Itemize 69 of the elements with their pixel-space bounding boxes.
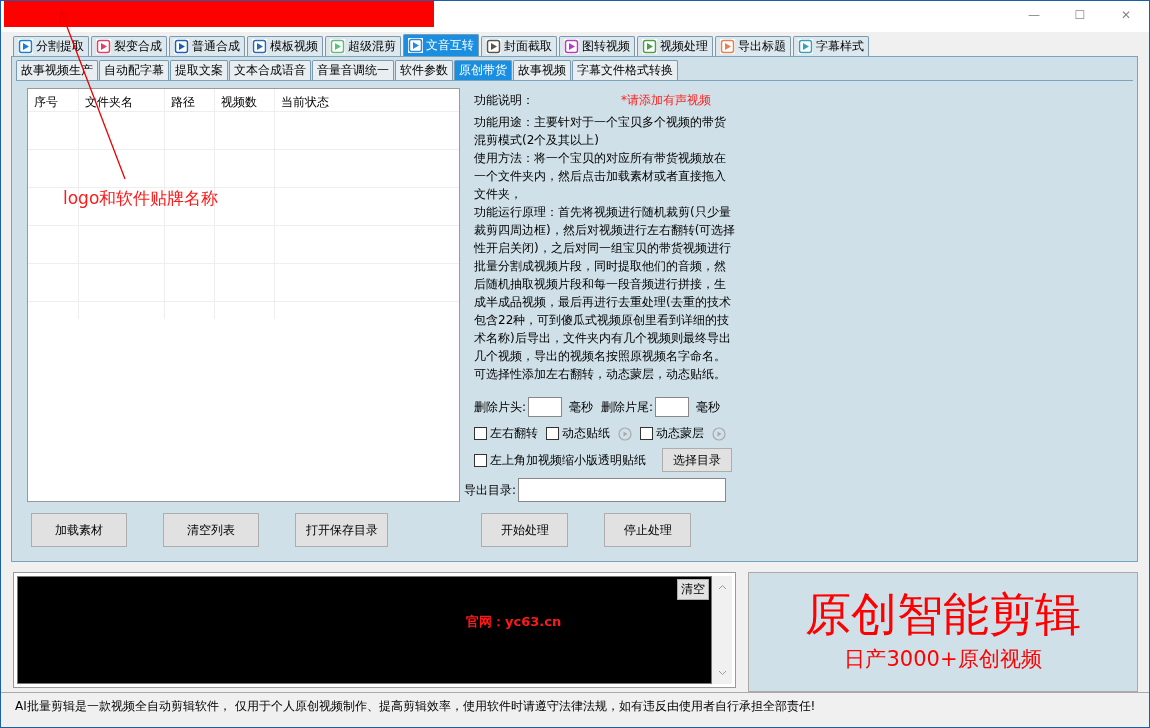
sub-tab[interactable]: 文本合成语音 <box>229 60 311 80</box>
field-label: 导出目录: <box>464 481 517 499</box>
action-button[interactable]: 加载素材 <box>31 513 127 547</box>
tab-icon <box>720 39 735 54</box>
tab-icon <box>642 39 657 54</box>
checkbox-option[interactable]: 左上角加视频缩小版透明贴纸 <box>474 451 646 469</box>
field-label: 删除片头: <box>474 398 527 416</box>
input-field[interactable] <box>655 397 690 417</box>
choose-directory-button[interactable]: 选择目录 <box>662 448 732 472</box>
main-tab[interactable]: 超级混剪 <box>325 36 401 56</box>
sub-tab[interactable]: 自动配字幕 <box>99 60 169 80</box>
main-tab[interactable]: 视频处理 <box>637 36 713 56</box>
main-tab[interactable]: 封面截取 <box>481 36 557 56</box>
promo-subtitle: 日产3000+原创视频 <box>844 646 1042 673</box>
action-button[interactable]: 打开保存目录 <box>295 513 388 547</box>
clear-button[interactable]: 清空 <box>677 579 709 600</box>
input-field[interactable] <box>518 478 727 502</box>
sub-tab[interactable]: 音量音调统一 <box>312 60 394 80</box>
field-label: 删除片尾: <box>601 398 654 416</box>
tab-icon <box>408 38 423 53</box>
status-bar: AI批量剪辑是一款视频全自动剪辑软件， 仅用于个人原创视频制作、提高剪辑效率，使用软件时请遵守法律法规，如有违反由使用者自行承担全部责任! <box>1 692 1149 715</box>
tab-icon <box>174 39 189 54</box>
column-header: 当前状态 <box>280 94 330 111</box>
sub-tab[interactable]: 原创带货 <box>454 60 512 80</box>
description-paragraph: 功能运行原理：首先将视频进行随机裁剪(只少量裁剪四周边框)，然后对视频进行左右翻转(可选择性开启关闭)，之后对同一组宝贝的带货视频进行批量分割成视频片段，同时提取他们的音频，然后随机抽取视频片段和每一段音频进行拼接，生成半成品视频，最后再进行去重处理(去重的技术包含22种，可到傻瓜式视频原创里看到详细的技术名称)后导出，文件夹内有几个视频则最终导出几个视频，导出的视频名按照原视频名字命名。可选择性添加左右翻转，动态蒙层，动态贴纸。 <box>474 204 736 383</box>
promo-title: 原创智能剪辑 <box>805 589 1081 639</box>
action-button[interactable]: 清空列表 <box>163 513 259 547</box>
checkbox-option[interactable]: 动态贴纸 <box>546 425 610 442</box>
description-paragraph: 功能用途：主要针对于一个宝贝多个视频的带货混剪模式(2个及其以上) <box>474 114 727 149</box>
description-paragraph: 使用方法：将一个宝贝的对应所有带货视频放在一个文件夹内，然后点击加载素材或者直接拖入文件夹， <box>474 150 727 203</box>
sub-tab[interactable]: 故事视频 <box>513 60 571 80</box>
tab-icon <box>486 39 501 54</box>
input-field[interactable] <box>528 397 563 417</box>
tab-icon <box>564 39 579 54</box>
scroll-down-icon[interactable] <box>717 670 727 676</box>
tab-icon <box>96 39 111 54</box>
tab-icon <box>798 39 813 54</box>
section-title: 功能说明： <box>474 92 534 109</box>
scrollbar[interactable] <box>712 576 732 684</box>
checkbox[interactable] <box>546 427 559 440</box>
checkbox-option[interactable]: 左右翻转 <box>474 425 538 442</box>
unit-label: 毫秒 <box>696 398 721 416</box>
action-button[interactable]: 开始处理 <box>481 513 568 547</box>
main-tab[interactable]: 图转视频 <box>559 36 635 56</box>
action-button[interactable]: 停止处理 <box>604 513 691 547</box>
sub-tab[interactable]: 软件参数 <box>395 60 453 80</box>
scroll-up-icon[interactable] <box>717 584 727 590</box>
main-tab[interactable]: 文音互转 <box>403 34 479 56</box>
website-text: 官网：yc63.cn <box>466 613 562 631</box>
main-tab[interactable]: 模板视频 <box>247 36 323 56</box>
main-tab[interactable]: 普通合成 <box>169 36 245 56</box>
sub-tab[interactable]: 字幕文件格式转换 <box>572 60 678 80</box>
unit-label: 毫秒 <box>569 398 594 416</box>
column-header: 视频数 <box>220 94 258 111</box>
checkbox-option[interactable]: 动态蒙层 <box>640 425 704 442</box>
tab-icon <box>330 39 345 54</box>
main-tab[interactable]: 裂变合成 <box>91 36 167 56</box>
tab-icon <box>252 39 267 54</box>
annotation-text: logo和软件贴牌名称 <box>63 187 219 210</box>
sub-tab[interactable]: 提取文案 <box>170 60 228 80</box>
checkbox[interactable] <box>640 427 653 440</box>
main-tab[interactable]: 字幕样式 <box>793 36 869 56</box>
tab-icon <box>18 39 33 54</box>
checkbox[interactable] <box>474 453 487 467</box>
column-header: 序号 <box>33 94 59 111</box>
main-tab[interactable]: 导出标题 <box>715 36 791 56</box>
column-header: 路径 <box>170 94 196 111</box>
notice-text: *请添加有声视频 <box>621 92 711 109</box>
checkbox[interactable] <box>474 427 487 440</box>
